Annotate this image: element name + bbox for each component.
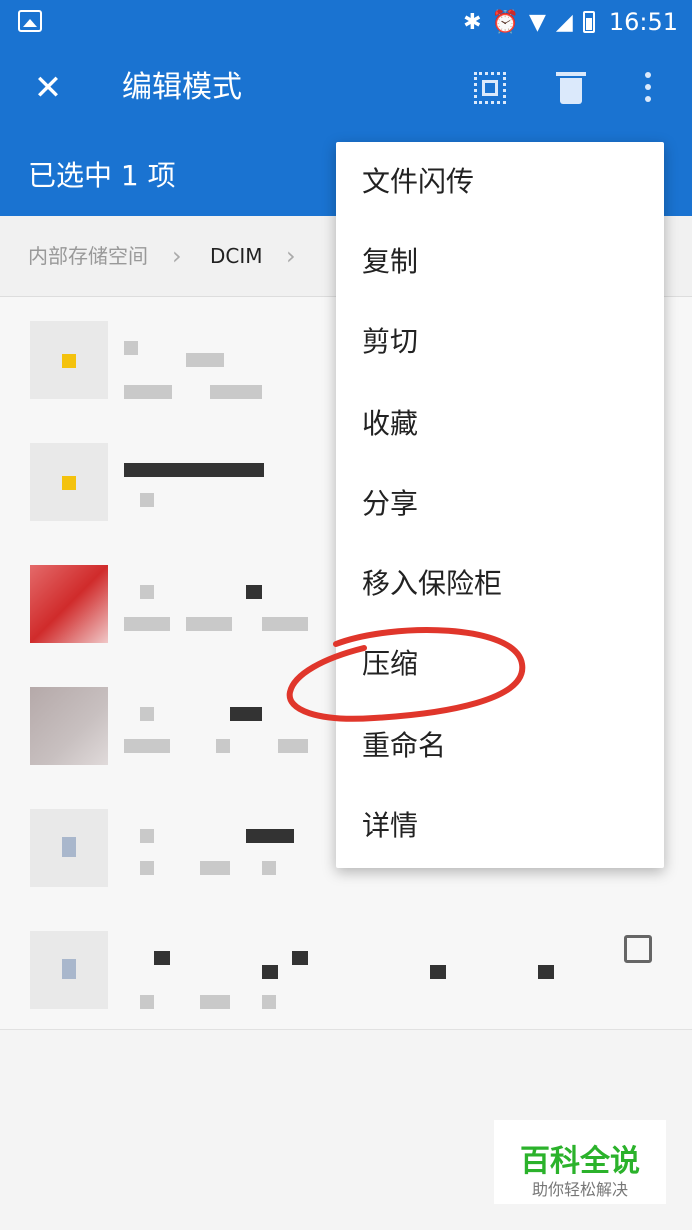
folder-icon: [30, 443, 108, 521]
file-icon: [30, 931, 108, 1009]
menu-item-file-transfer[interactable]: 文件闪传: [336, 142, 664, 222]
delete-icon[interactable]: [556, 68, 586, 108]
menu-item-favorite[interactable]: 收藏: [336, 384, 664, 464]
menu-item-details[interactable]: 详情: [336, 786, 664, 866]
list-item[interactable]: [0, 907, 692, 1030]
breadcrumb-item-storage[interactable]: 内部存储空间: [28, 244, 148, 268]
watermark-subtitle: 助你轻松解决: [531, 1180, 628, 1199]
page-title: 编辑模式: [122, 70, 242, 105]
menu-item-rename[interactable]: 重命名: [336, 706, 664, 786]
menu-item-compress[interactable]: 压缩: [336, 624, 664, 704]
more-icon[interactable]: [640, 68, 656, 108]
menu-item-move-to-safe[interactable]: 移入保险柜: [336, 544, 664, 624]
selected-count: 已选中 1 项: [28, 159, 176, 192]
chevron-right-icon: ›: [172, 242, 182, 270]
breadcrumb-item-dcim[interactable]: DCIM: [210, 244, 263, 268]
alarm-icon: ⏰: [491, 9, 519, 35]
image-icon: [18, 10, 42, 32]
signal-icon: ◢: [555, 9, 573, 35]
select-all-icon[interactable]: [472, 70, 508, 106]
battery-icon: [582, 11, 595, 33]
menu-item-copy[interactable]: 复制: [336, 222, 664, 302]
watermark-title: 百科全说: [520, 1144, 640, 1179]
image-thumbnail: [30, 687, 108, 765]
menu-item-cut[interactable]: 剪切: [336, 302, 664, 382]
folder-icon: [30, 321, 108, 399]
close-icon[interactable]: ✕: [28, 68, 68, 108]
status-time: 16:51: [608, 8, 678, 36]
row-checkbox[interactable]: [624, 935, 652, 963]
status-bar: ✱ ⏰ ▼ ◢ 16:51: [0, 0, 692, 44]
bluetooth-icon: ✱: [463, 9, 482, 35]
watermark: 百科全说 助你轻松解决: [494, 1120, 666, 1204]
menu-item-share[interactable]: 分享: [336, 464, 664, 544]
file-icon: [30, 809, 108, 887]
image-thumbnail: [30, 565, 108, 643]
status-icons: ✱ ⏰ ▼ ◢ 16:51: [463, 0, 678, 44]
chevron-right-icon: ›: [286, 242, 296, 270]
context-menu: 文件闪传 复制 剪切 收藏 分享 移入保险柜 压缩 重命名 详情: [336, 142, 664, 868]
wifi-icon: ▼: [528, 9, 546, 35]
